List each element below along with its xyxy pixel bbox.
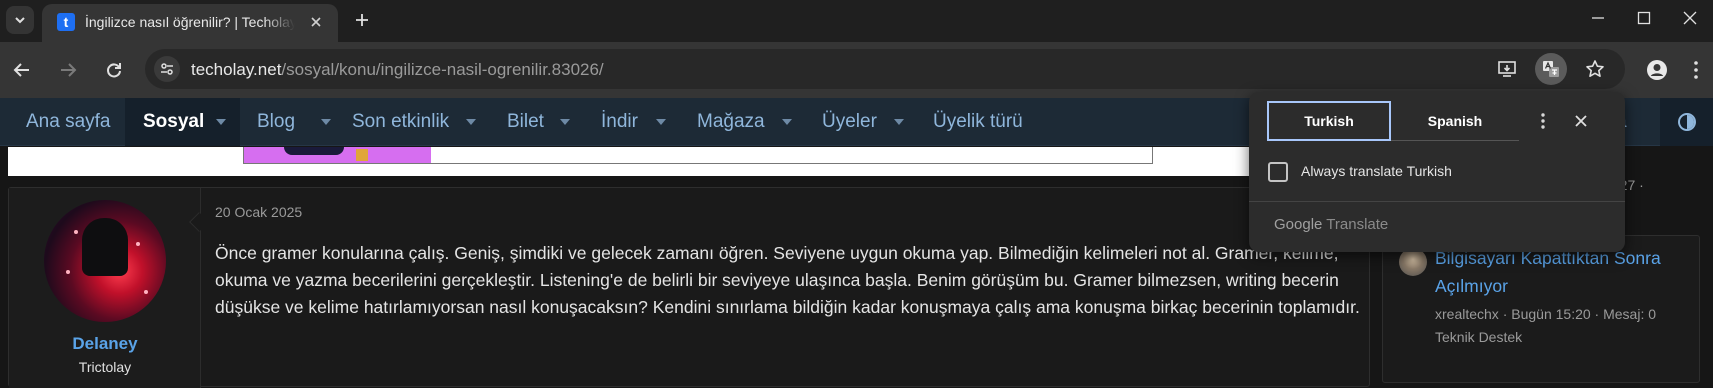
translate-footer-text: Translate: [1326, 216, 1389, 233]
url-text[interactable]: techolay.net/sosyal/konu/ingilizce-nasil…: [191, 60, 604, 80]
reload-button[interactable]: [100, 56, 128, 84]
minimize-window-button[interactable]: [1575, 4, 1621, 32]
chevron-down-icon: [15, 17, 25, 24]
forward-button[interactable]: [54, 56, 82, 84]
nav-recent-activity[interactable]: Son etkinlik: [352, 98, 449, 146]
profile-button[interactable]: [1643, 56, 1671, 84]
minimize-icon: [1592, 17, 1604, 19]
browser-tab-strip: t İngilizce nasıl öğrenilir? | Techolay: [0, 0, 1713, 42]
forum-post: Delaney Trictolay 20 Ocak 2025 Önce gram…: [8, 187, 1370, 388]
post-body: Önce gramer konularına çalış. Geniş, şim…: [215, 243, 1360, 317]
site-info-button[interactable]: [154, 56, 180, 82]
bookmark-button[interactable]: [1583, 57, 1607, 81]
browser-toolbar: techolay.net/sosyal/konu/ingilizce-nasil…: [0, 42, 1713, 98]
translate-icon: [1543, 61, 1559, 77]
maximize-icon: [1637, 11, 1651, 25]
avatar-spark: [136, 242, 140, 246]
translate-button[interactable]: [1535, 53, 1567, 85]
tab-search-button[interactable]: [6, 6, 34, 34]
back-button[interactable]: [8, 56, 36, 84]
ad-image-graphic: [244, 147, 431, 163]
nav-ticket-dropdown-icon[interactable]: [560, 119, 570, 125]
translate-options-button[interactable]: [1531, 107, 1555, 135]
nav-home[interactable]: Ana sayfa: [26, 98, 111, 146]
post-date[interactable]: 20 Ocak 2025: [215, 204, 302, 220]
tab-title: İngilizce nasıl öğrenilir? | Techolay: [85, 14, 295, 30]
back-arrow-icon: [13, 63, 29, 77]
tune-icon: [161, 63, 173, 75]
sidebar-thread-forum[interactable]: Teknik Destek: [1435, 329, 1522, 345]
ad-banner: [8, 147, 1378, 176]
avatar-spark: [66, 270, 70, 274]
nav-download[interactable]: İndir: [601, 98, 638, 146]
nav-store-dropdown-icon[interactable]: [782, 119, 792, 125]
nav-recent-dropdown-icon[interactable]: [466, 119, 476, 125]
ad-image-thumb: [356, 149, 368, 161]
ad-image-shape: [284, 147, 344, 155]
nav-store[interactable]: Mağaza: [697, 98, 765, 146]
install-app-button[interactable]: [1495, 57, 1519, 81]
install-app-icon: [1498, 61, 1516, 77]
address-bar[interactable]: techolay.net/sosyal/konu/ingilizce-nasil…: [145, 49, 1625, 89]
site-favicon-icon: t: [57, 13, 75, 31]
google-brand: Google: [1274, 216, 1323, 233]
forward-arrow-icon: [61, 63, 77, 77]
avatar-spark: [74, 230, 78, 234]
sidebar-thread-title[interactable]: Bilgisayarı Kapattıktan Sonra Açılmıyor: [1435, 244, 1695, 300]
star-icon: [1586, 60, 1604, 77]
translate-close-button[interactable]: [1569, 107, 1593, 135]
person-icon: [1647, 60, 1667, 80]
theme-toggle-icon: [1677, 113, 1696, 131]
url-host: techolay.net: [191, 60, 282, 79]
post-author-name[interactable]: Delaney: [9, 334, 201, 354]
avatar-spark: [144, 290, 148, 294]
maximize-window-button[interactable]: [1621, 4, 1667, 32]
sidebar-thread-card: Bilgisayarı Kapattıktan Sonra Açılmıyor …: [1382, 235, 1700, 383]
nav-membership-type[interactable]: Üyelik türü: [933, 98, 1023, 146]
nav-members-dropdown-icon[interactable]: [894, 119, 904, 125]
post-user-cell: Delaney Trictolay: [9, 188, 201, 388]
post-author-title: Trictolay: [78, 359, 132, 375]
translate-tab-underline: [1391, 140, 1519, 141]
kebab-menu-icon: [1694, 61, 1698, 79]
sidebar-thread-meta: xrealtechx · Bugün 15:20 · Mesaj: 0: [1435, 306, 1657, 322]
close-window-button[interactable]: [1667, 4, 1713, 32]
nav-social-label: Sosyal: [143, 111, 205, 132]
nav-members[interactable]: Üyeler: [822, 98, 877, 146]
translate-divider: [1249, 201, 1625, 202]
nav-blog-dropdown-icon[interactable]: [321, 119, 331, 125]
browser-menu-button[interactable]: [1686, 56, 1706, 84]
theme-toggle-button[interactable]: [1660, 98, 1713, 146]
url-path: /sosyal/konu/ingilizce-nasil-ogrenilir.8…: [281, 60, 604, 79]
avatar[interactable]: [44, 200, 166, 322]
nav-download-dropdown-icon[interactable]: [656, 119, 666, 125]
close-icon: [311, 17, 321, 27]
tab-close-button[interactable]: [306, 12, 326, 32]
ad-image[interactable]: [243, 147, 1153, 164]
kebab-menu-icon: [1541, 113, 1545, 129]
translate-tab-target[interactable]: Spanish: [1393, 101, 1517, 141]
always-translate-label[interactable]: Always translate Turkish: [1301, 163, 1452, 179]
nav-ticket[interactable]: Bilet: [507, 98, 544, 146]
reload-icon: [107, 63, 121, 78]
always-translate-checkbox[interactable]: [1268, 162, 1288, 182]
avatar-helmet-shape: [82, 218, 128, 276]
close-icon: [1683, 11, 1697, 25]
close-icon: [1575, 115, 1587, 127]
avatar[interactable]: [1399, 248, 1427, 276]
translate-tab-source[interactable]: Turkish: [1267, 101, 1391, 141]
nav-social-dropdown-icon[interactable]: [216, 119, 226, 125]
translate-footer: Google Translate: [1274, 216, 1388, 233]
browser-tab-active[interactable]: t İngilizce nasıl öğrenilir? | Techolay: [42, 4, 338, 42]
nav-blog[interactable]: Blog: [257, 98, 295, 146]
plus-icon: [356, 14, 368, 26]
new-tab-button[interactable]: [348, 6, 376, 34]
translate-popup: Turkish Spanish Always translate Turkish…: [1249, 92, 1625, 252]
